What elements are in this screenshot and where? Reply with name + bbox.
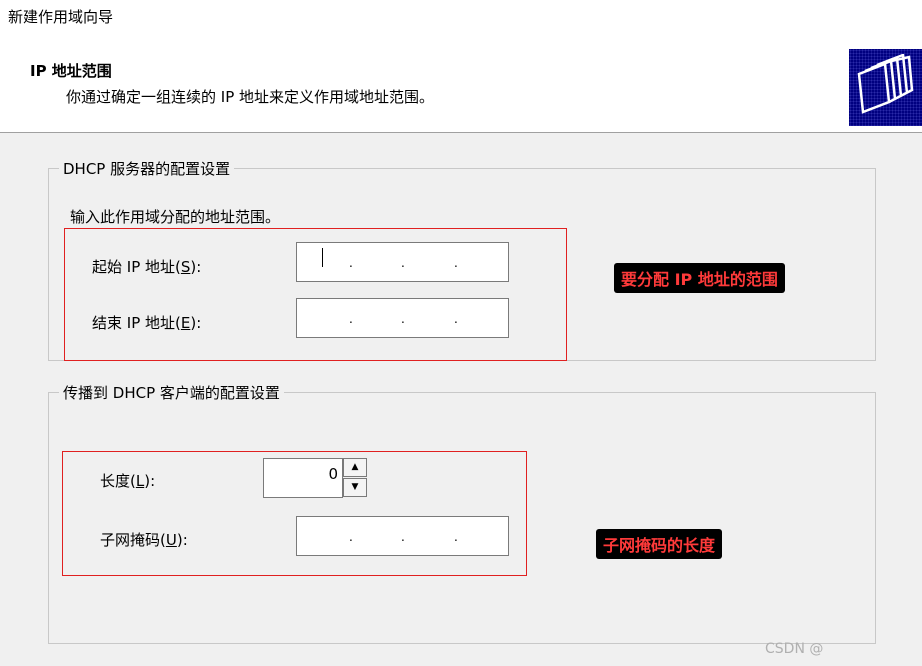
range-highlight-box	[64, 228, 567, 361]
mask-highlight-box	[62, 451, 527, 576]
watermark: CSDN @	[765, 641, 824, 657]
folders-icon	[849, 49, 922, 126]
group-legend: DHCP 服务器的配置设置	[59, 158, 235, 179]
range-annotation: 要分配 IP 地址的范围	[614, 263, 785, 293]
wizard-header: IP 地址范围 你通过确定一组连续的 IP 地址来定义作用域地址范围。	[0, 0, 922, 133]
range-instruction: 输入此作用域分配的地址范围。	[70, 208, 281, 226]
window-title: 新建作用域向导	[8, 6, 114, 27]
page-subtitle: 你通过确定一组连续的 IP 地址来定义作用域地址范围。	[66, 88, 435, 106]
group-legend: 传播到 DHCP 客户端的配置设置	[59, 382, 284, 403]
mask-annotation: 子网掩码的长度	[596, 529, 723, 559]
page-title: IP 地址范围	[30, 62, 112, 80]
